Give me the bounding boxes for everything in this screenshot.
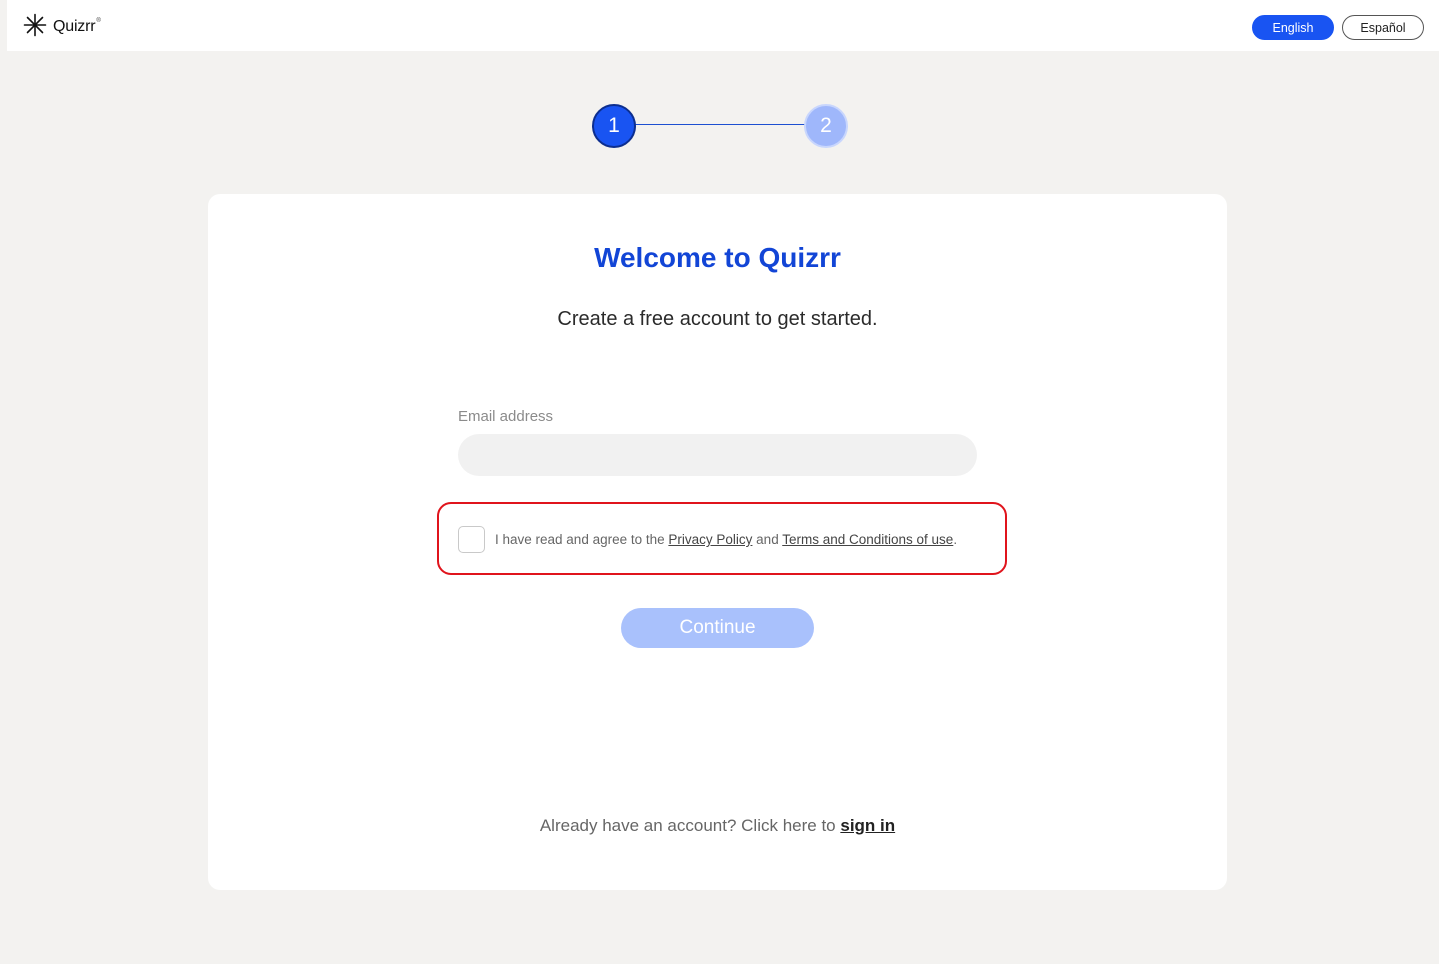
step-1-indicator: 1	[592, 104, 636, 148]
progress-stepper: 1 2	[592, 104, 848, 148]
consent-text: I have read and agree to the Privacy Pol…	[495, 532, 958, 547]
consent-checkbox[interactable]	[458, 526, 485, 553]
asterisk-logo-icon	[23, 13, 47, 42]
registered-mark: ®	[96, 18, 101, 24]
terms-link[interactable]: Terms and Conditions of use	[782, 532, 953, 547]
email-label: Email address	[458, 408, 554, 425]
top-bar: Quizrr® English Español	[7, 0, 1439, 51]
sign-in-link[interactable]: sign in	[840, 816, 895, 835]
language-english-button[interactable]: English	[1252, 15, 1334, 40]
email-field[interactable]	[458, 434, 977, 476]
language-spanish-button[interactable]: Español	[1342, 15, 1424, 40]
page-title: Welcome to Quizrr	[594, 242, 841, 273]
continue-button[interactable]: Continue	[621, 608, 814, 648]
privacy-policy-link[interactable]: Privacy Policy	[668, 532, 752, 547]
logo-text: Quizrr®	[53, 18, 101, 35]
page-subtitle: Create a free account to get started.	[557, 308, 878, 330]
stepper-connector	[634, 124, 806, 125]
page: Quizrr® English Español 1 2 Welcome to Q…	[0, 0, 1439, 964]
step-2-indicator: 2	[804, 104, 848, 148]
logo[interactable]: Quizrr®	[23, 13, 101, 42]
signup-card: Welcome to Quizrr Create a free account …	[208, 194, 1227, 890]
signin-prompt: Already have an account? Click here to s…	[539, 816, 896, 835]
consent-highlight: I have read and agree to the Privacy Pol…	[437, 502, 1007, 575]
